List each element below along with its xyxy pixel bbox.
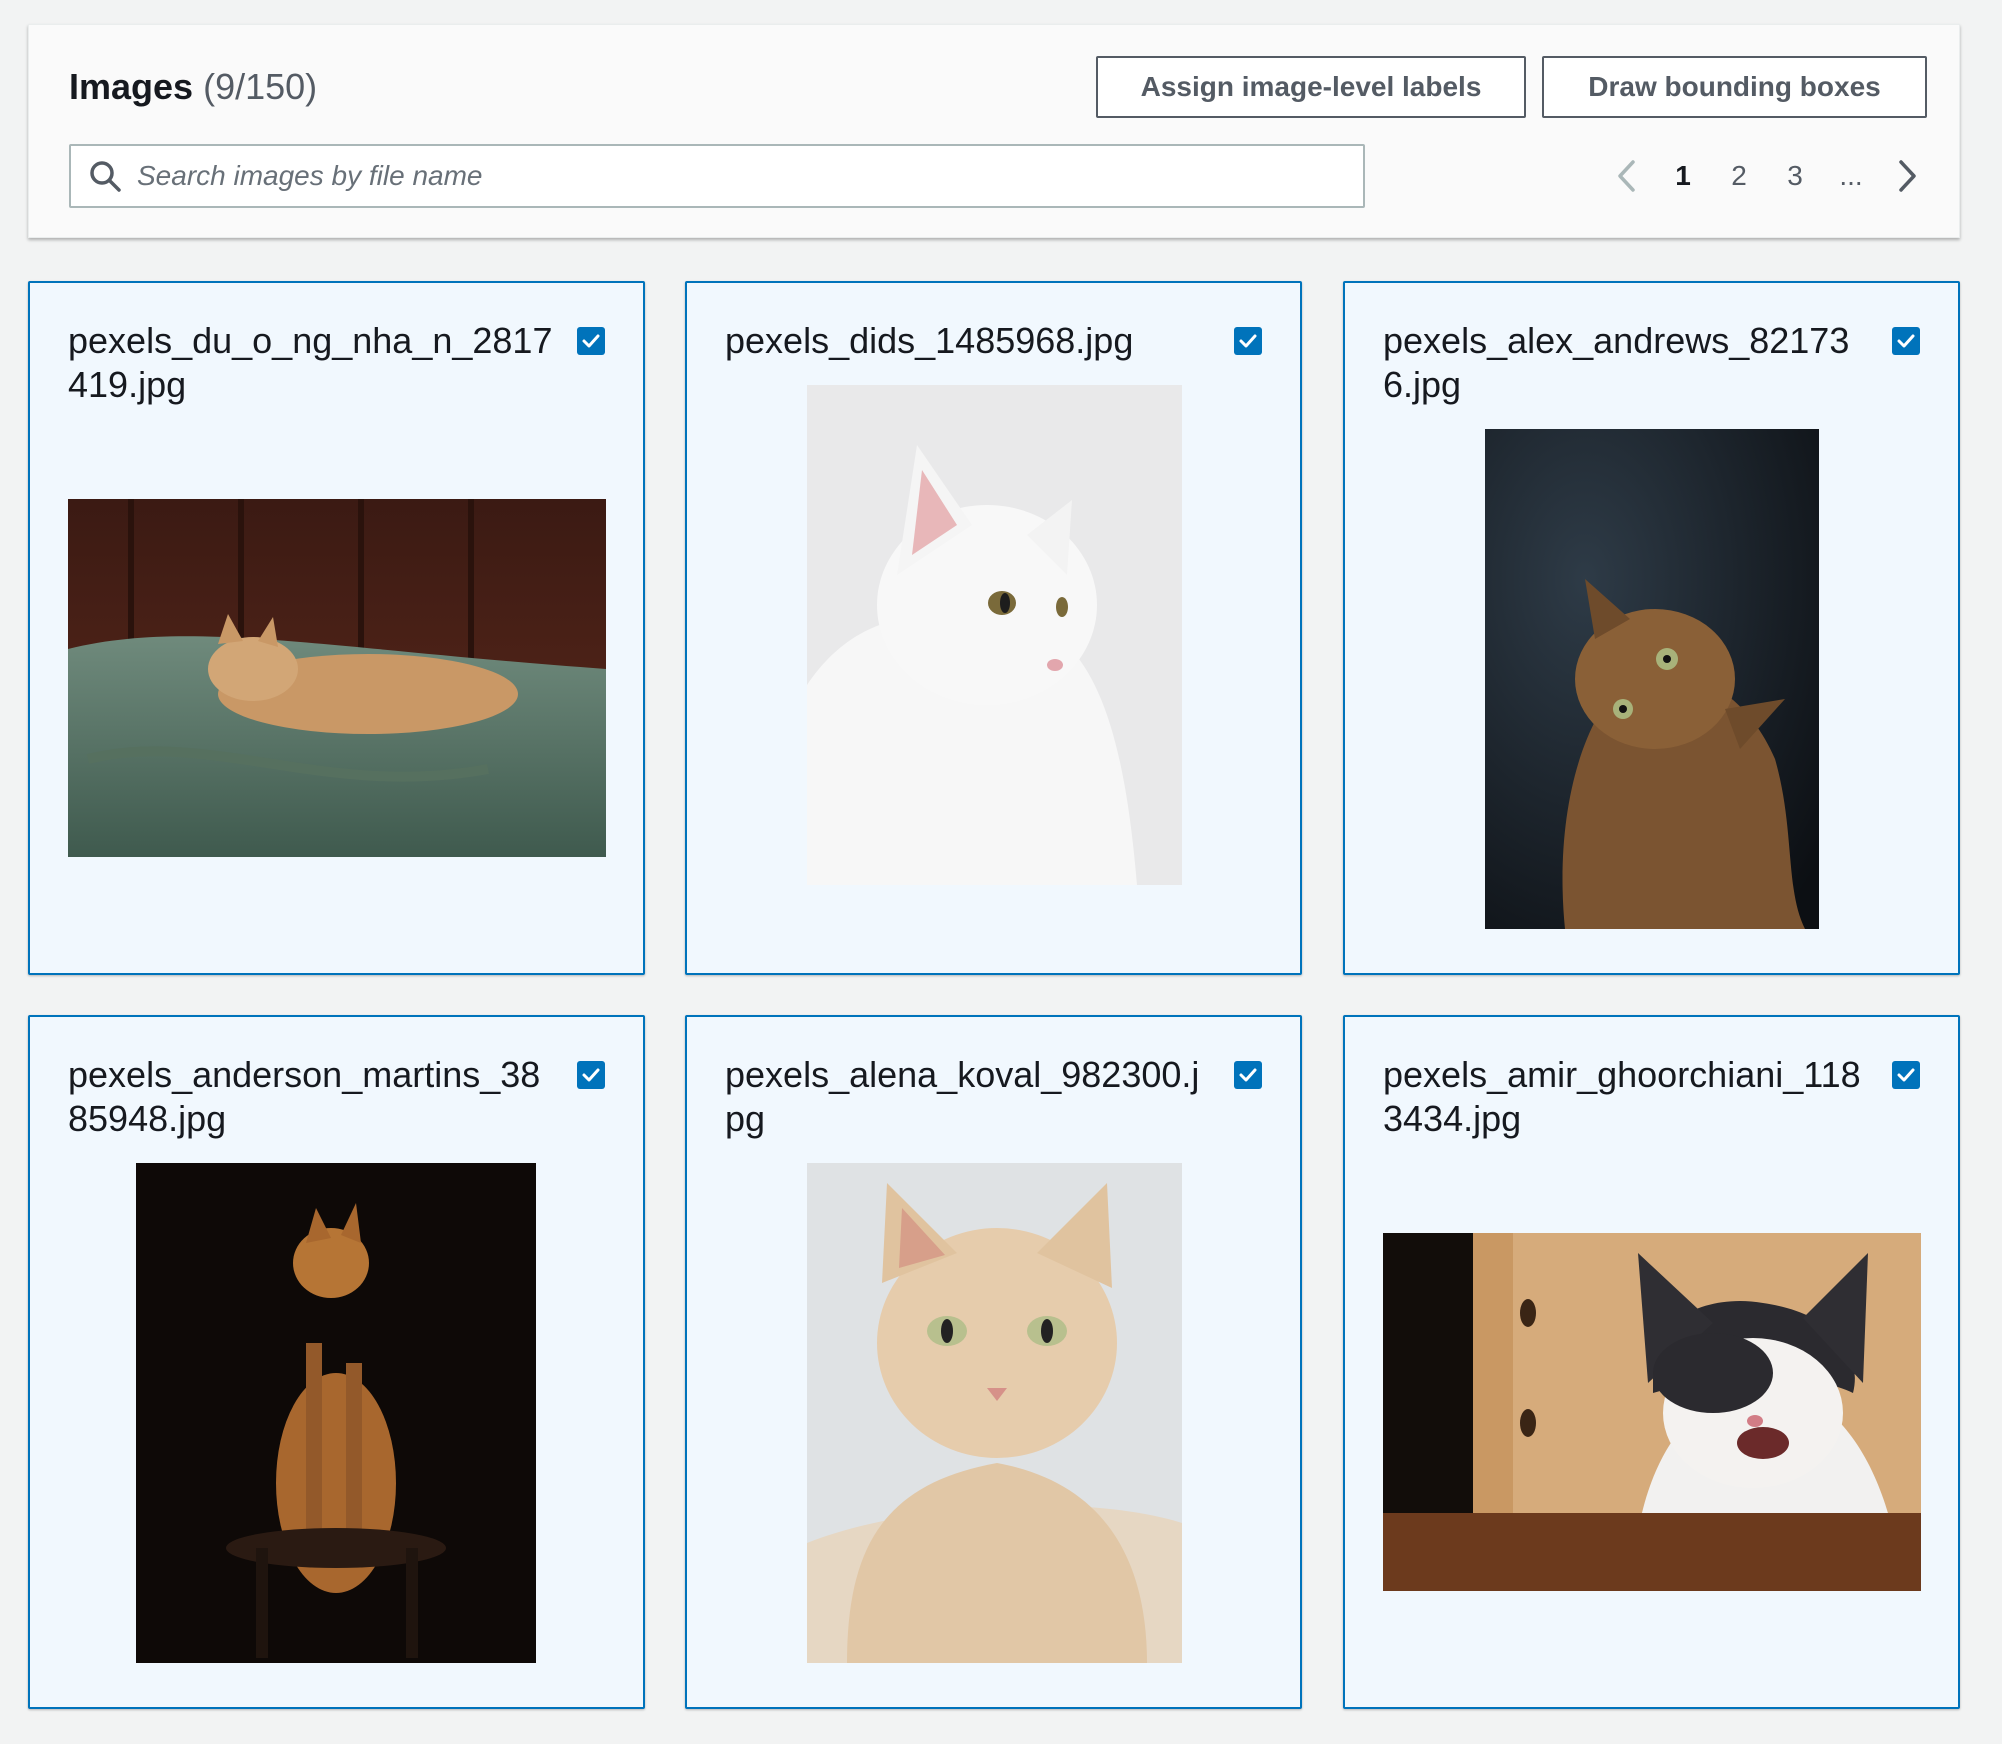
image-filename: pexels_dids_1485968.jpg <box>725 320 1134 361</box>
page-1[interactable]: 1 <box>1655 148 1711 204</box>
image-card[interactable]: pexels_anderson_martins_3885948.jpg <box>28 1015 645 1709</box>
cat-image-thumbnail[interactable] <box>68 499 606 857</box>
checkbox-checked-icon[interactable] <box>577 1061 605 1089</box>
checkbox-checked-icon[interactable] <box>1234 1061 1262 1089</box>
checkbox-checked-icon[interactable] <box>1234 327 1262 355</box>
image-card[interactable]: pexels_dids_1485968.jpg <box>685 281 1302 975</box>
pagination: 1 2 3 ... <box>1599 144 1935 208</box>
previous-page-icon[interactable] <box>1599 148 1655 204</box>
search-box <box>69 144 1365 208</box>
image-filename: pexels_alex_andrews_821736.jpg <box>1383 320 1850 405</box>
checkbox-checked-icon[interactable] <box>1892 1061 1920 1089</box>
image-card[interactable]: pexels_amir_ghoorchiani_1183434.jpg <box>1343 1015 1960 1709</box>
image-filename: pexels_amir_ghoorchiani_1183434.jpg <box>1383 1054 1861 1139</box>
image-filename: pexels_alena_koval_982300.jpg <box>725 1054 1200 1139</box>
checkbox-checked-icon[interactable] <box>1892 327 1920 355</box>
image-card[interactable]: pexels_alex_andrews_821736.jpg <box>1343 281 1960 975</box>
search-input[interactable] <box>135 147 1363 205</box>
cat-image-thumbnail[interactable] <box>807 385 1182 885</box>
page-3[interactable]: 3 <box>1767 148 1823 204</box>
cat-image-thumbnail[interactable] <box>136 1163 536 1663</box>
draw-bounding-boxes-button[interactable]: Draw bounding boxes <box>1542 56 1927 118</box>
images-header-panel: Images (9/150) Assign image-level labels… <box>28 24 1960 238</box>
cat-image-thumbnail[interactable] <box>1383 1233 1921 1591</box>
image-card[interactable]: pexels_alena_koval_982300.jpg <box>685 1015 1302 1709</box>
checkbox-checked-icon[interactable] <box>577 327 605 355</box>
image-count: (9/150) <box>203 66 318 107</box>
assign-image-level-labels-button[interactable]: Assign image-level labels <box>1096 56 1526 118</box>
image-filename: pexels_anderson_martins_3885948.jpg <box>68 1054 541 1139</box>
cat-image-thumbnail[interactable] <box>1485 429 1819 929</box>
title-text: Images <box>69 66 194 107</box>
image-filename: pexels_du_o_ng_nha_n_2817419.jpg <box>68 320 553 405</box>
cat-image-thumbnail[interactable] <box>807 1163 1182 1663</box>
next-page-icon[interactable] <box>1879 148 1935 204</box>
page-ellipsis: ... <box>1839 160 1863 191</box>
page-title: Images (9/150) <box>69 65 317 109</box>
image-card[interactable]: pexels_du_o_ng_nha_n_2817419.jpg <box>28 281 645 975</box>
search-icon <box>75 146 135 206</box>
page-2[interactable]: 2 <box>1711 148 1767 204</box>
